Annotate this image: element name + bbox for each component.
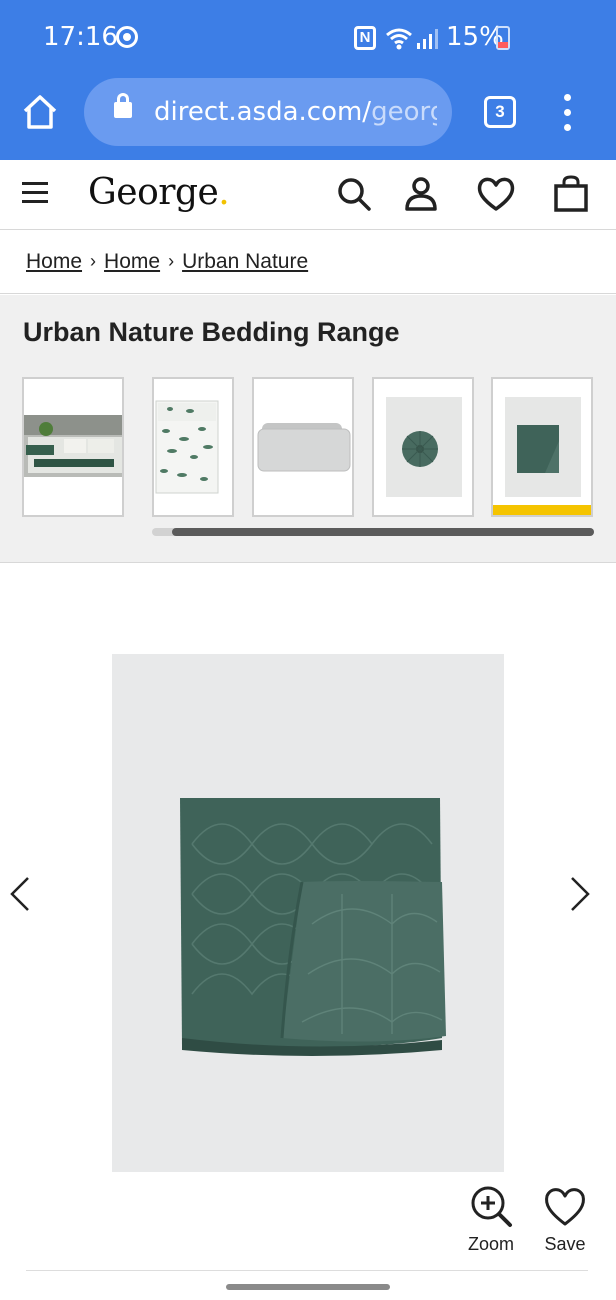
battery-icon xyxy=(496,26,510,50)
wifi-icon xyxy=(386,28,412,50)
signal-icon xyxy=(417,29,438,49)
save-heart-icon xyxy=(545,1188,585,1226)
breadcrumb-home-category[interactable]: Home xyxy=(104,250,160,274)
george-logo[interactable]: George. xyxy=(88,172,230,213)
product-image-quilted-throw[interactable] xyxy=(112,654,504,1172)
address-bar[interactable]: direct.asda.com/george xyxy=(84,78,452,146)
bag-icon[interactable] xyxy=(551,174,591,214)
zoom-label: Zoom xyxy=(467,1234,514,1254)
menu-icon[interactable] xyxy=(22,180,50,206)
tab-switcher-button[interactable]: 3 xyxy=(484,96,516,128)
range-title: Urban Nature Bedding Range xyxy=(23,317,400,347)
previous-image-arrow-icon[interactable] xyxy=(6,874,36,914)
range-thumbnail-quilted-throw[interactable] xyxy=(491,377,593,517)
range-thumbnail-duvet-set[interactable] xyxy=(152,377,234,517)
wishlist-heart-icon[interactable] xyxy=(476,174,516,214)
breadcrumb-urban-nature[interactable]: Urban Nature xyxy=(182,250,308,274)
nfc-icon: N xyxy=(354,26,376,50)
breadcrumb-separator: › xyxy=(168,251,175,271)
status-time: 17:16 xyxy=(43,22,118,52)
zoom-in-icon xyxy=(471,1186,512,1227)
breadcrumb: Home › Home › Urban Nature xyxy=(0,230,616,294)
account-icon[interactable] xyxy=(401,174,441,214)
status-bar: 17:16 N 15% xyxy=(0,0,616,76)
site-header: George. xyxy=(0,160,616,230)
browser-menu-icon[interactable] xyxy=(560,94,576,132)
sync-icon xyxy=(116,26,138,48)
range-thumbnail-round-cushion[interactable] xyxy=(372,377,474,517)
url-text: direct.asda.com/george xyxy=(154,97,437,127)
next-image-arrow-icon[interactable] xyxy=(564,874,594,914)
range-thumbnail-pillow-pair[interactable] xyxy=(252,377,354,517)
section-divider xyxy=(26,1270,588,1271)
browser-chrome: 17:16 N 15% direct.asda.com/george 3 xyxy=(0,0,616,160)
search-icon[interactable] xyxy=(334,174,374,214)
lock-icon xyxy=(114,93,132,118)
breadcrumb-separator: › xyxy=(90,251,97,271)
home-icon[interactable] xyxy=(20,92,60,132)
gesture-navigation-bar[interactable] xyxy=(226,1284,390,1290)
save-button[interactable]: Save xyxy=(530,1184,600,1255)
save-label: Save xyxy=(544,1234,586,1254)
product-gallery: Zoom Save xyxy=(0,564,616,1300)
zoom-button[interactable]: Zoom xyxy=(456,1184,526,1255)
range-carousel: Urban Nature Bedding Range xyxy=(0,295,616,563)
range-thumbnail-bed-scene[interactable] xyxy=(22,377,124,517)
browser-toolbar: direct.asda.com/george 3 xyxy=(0,76,616,160)
carousel-scroll-thumb[interactable] xyxy=(172,528,594,536)
breadcrumb-home[interactable]: Home xyxy=(26,250,82,274)
active-thumbnail-indicator xyxy=(493,505,591,515)
